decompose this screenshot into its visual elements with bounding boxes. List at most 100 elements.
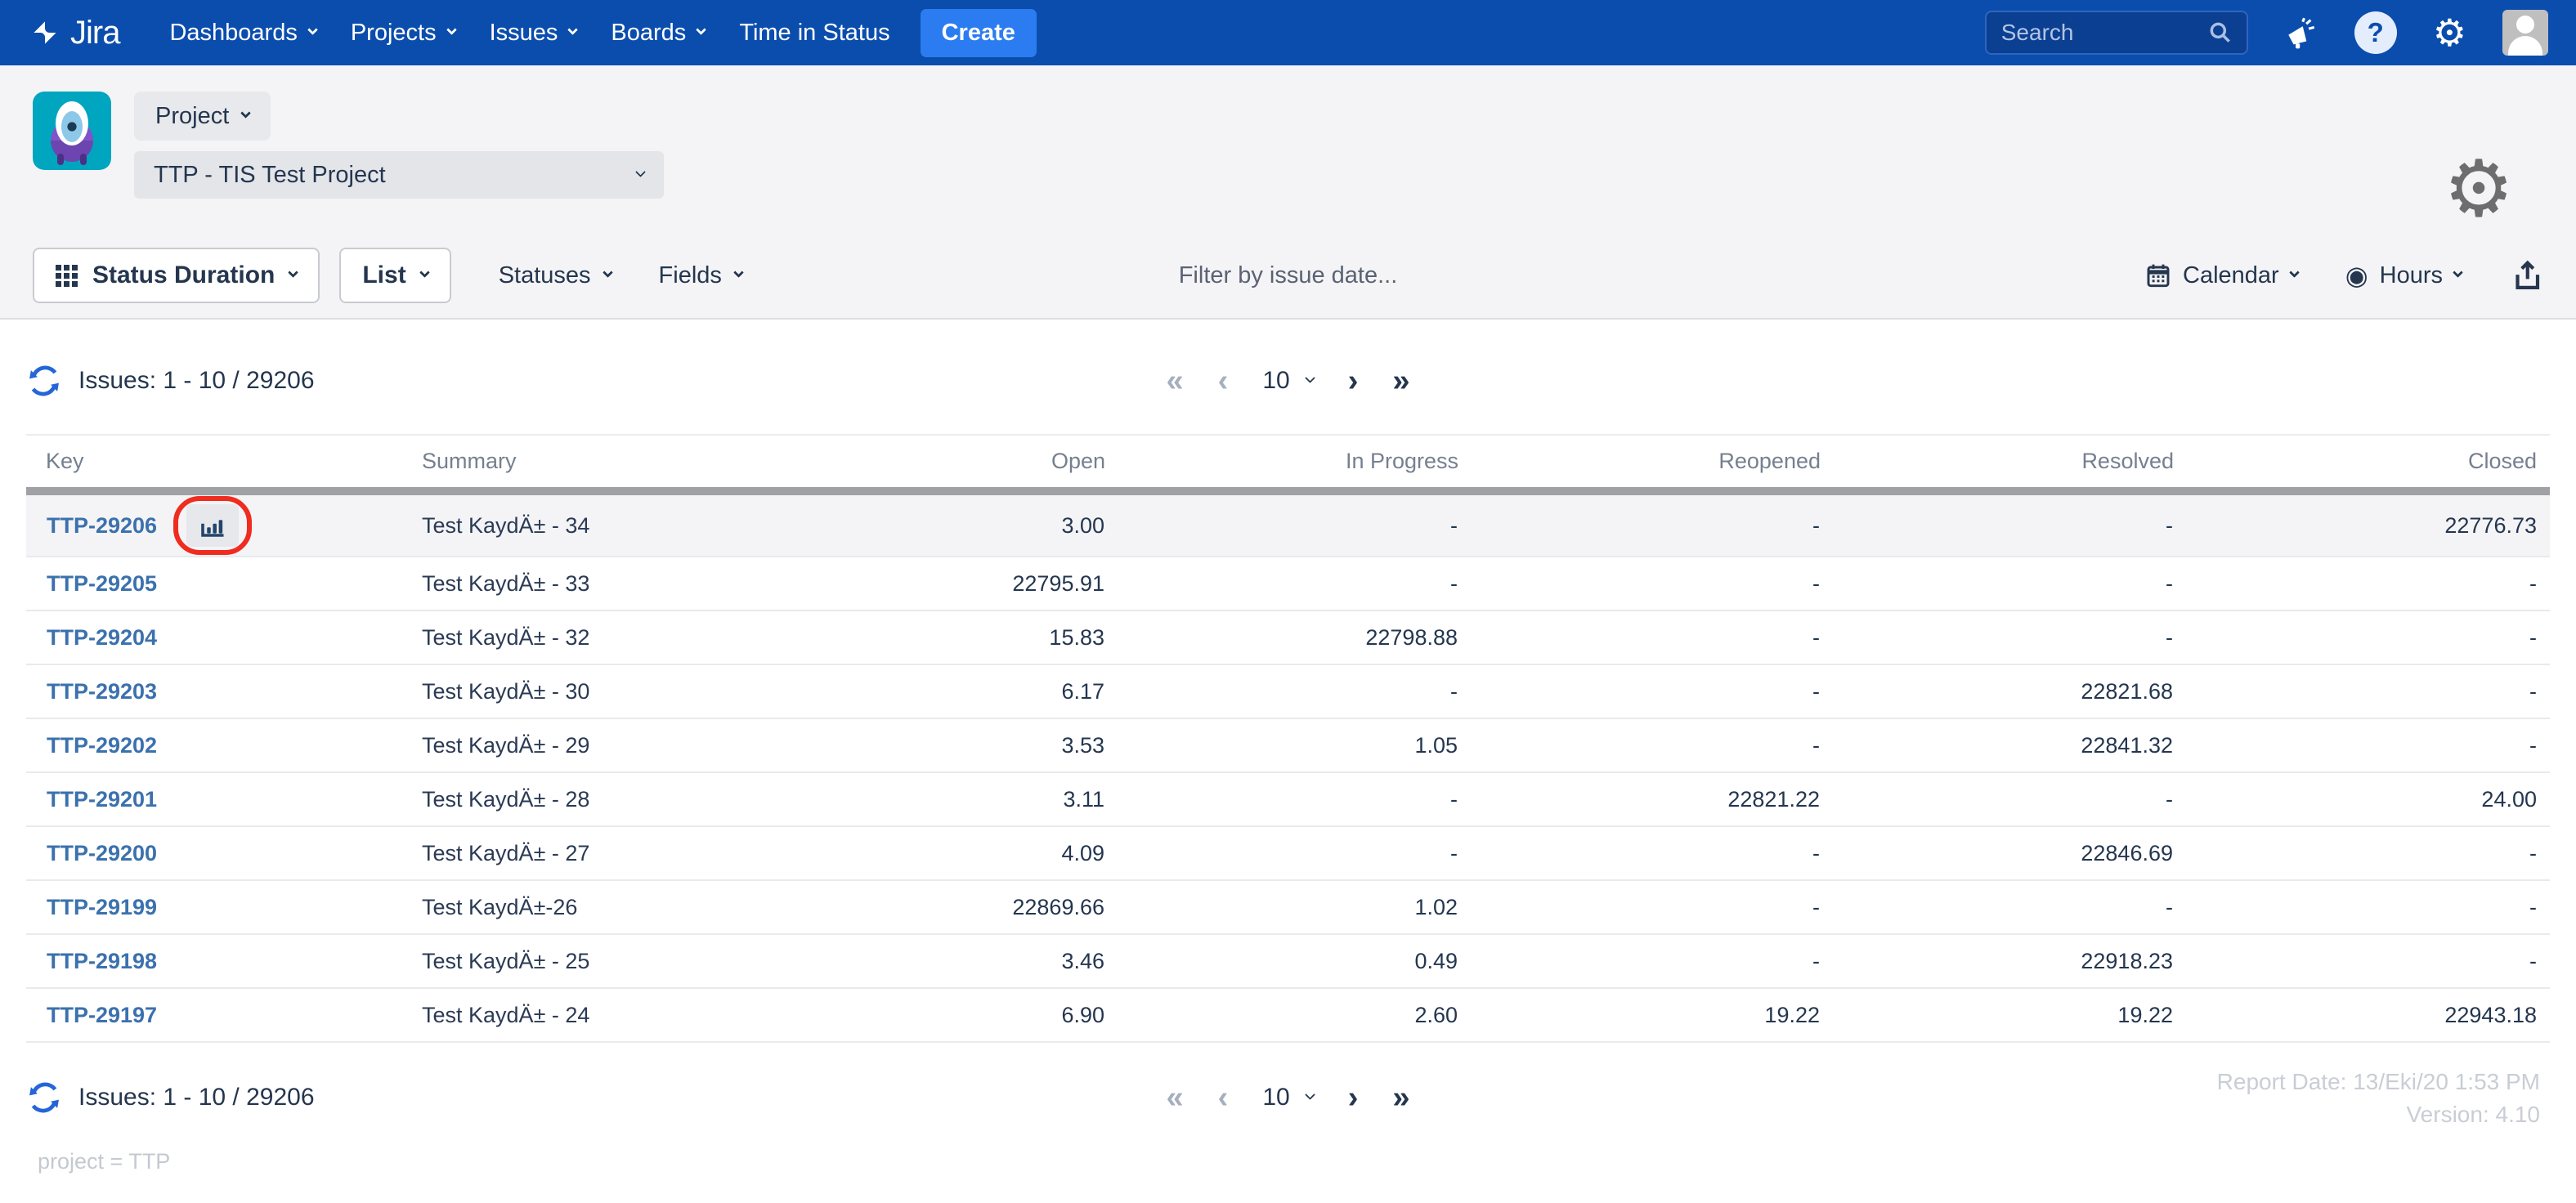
issue-key-link[interactable]: TTP-29198 <box>47 949 157 974</box>
open-cell: 22869.66 <box>827 880 1105 935</box>
reopened-cell: - <box>1458 880 1821 935</box>
col-header-summary: Summary <box>402 434 827 495</box>
reopened-cell: - <box>1458 491 1821 557</box>
table-row: TTP-29205 Test KaydÄ± - 33 22795.91 - - … <box>26 557 2550 611</box>
pagination-previous-icon[interactable]: ‹ <box>1218 365 1229 396</box>
chart-icon-button[interactable] <box>186 504 240 547</box>
bar-chart-icon <box>201 520 224 537</box>
summary-cell: Test KaydÄ± - 24 <box>402 988 827 1043</box>
page-size-select[interactable]: 10 <box>1262 1084 1315 1111</box>
nav-item-dashboards[interactable]: Dashboards <box>152 0 333 65</box>
version-label: Version: 4.10 <box>2406 1101 2540 1127</box>
issue-key-link[interactable]: TTP-29206 <box>47 513 157 539</box>
create-button[interactable]: Create <box>920 8 1037 57</box>
issue-key-link[interactable]: TTP-29200 <box>47 841 157 866</box>
chevron-down-icon <box>446 25 457 35</box>
eye-icon: ◉ <box>2345 261 2368 290</box>
issue-key-link[interactable]: TTP-29202 <box>47 733 157 758</box>
col-header-key: Key <box>26 434 402 495</box>
reopened-cell: - <box>1458 934 1821 989</box>
fields-dropdown[interactable]: Fields <box>659 262 744 289</box>
nav-item-boards[interactable]: Boards <box>594 0 722 65</box>
calendar-icon <box>2147 264 2170 288</box>
settings-gear-icon[interactable]: ⚙ <box>2444 150 2514 229</box>
project-header: Project TTP - TIS Test Project ⚙ <box>33 92 2543 229</box>
refresh-button[interactable] <box>26 363 62 399</box>
closed-cell: 22776.73 <box>2174 491 2550 557</box>
search-box[interactable] <box>1984 11 2248 55</box>
reopened-cell: - <box>1458 557 1821 611</box>
resolved-cell: 22841.32 <box>1821 718 2174 773</box>
col-header-reopened: Reopened <box>1458 434 1821 495</box>
in-progress-cell: - <box>1105 557 1458 611</box>
report-type-button[interactable]: Status Duration <box>33 248 320 303</box>
toolbar-right: Calendar ◉ Hours <box>2145 258 2543 293</box>
resolved-cell: - <box>1821 610 2174 665</box>
chevron-down-icon <box>602 267 613 278</box>
nav-items: Dashboards Projects Issues Boards Time in St… <box>152 0 907 65</box>
issues-table-body: TTP-29206 Test KaydÄ± - 34 3.00 - - - 22… <box>26 491 2550 1043</box>
project-dropdown-button[interactable]: Project <box>134 92 271 141</box>
nav-item-issues[interactable]: Issues <box>473 0 594 65</box>
chevron-down-icon <box>635 167 646 177</box>
project-avatar-icon[interactable] <box>33 92 111 170</box>
nav-item-time-in-status[interactable]: Time in Status <box>722 0 907 65</box>
open-cell: 4.09 <box>827 826 1105 881</box>
issue-key-link[interactable]: TTP-29204 <box>47 625 157 651</box>
pagination-first-icon[interactable]: « <box>1167 1082 1184 1113</box>
search-icon <box>2210 22 2230 42</box>
report-toolbar: Status Duration List Statuses Fields Fil… <box>33 233 2543 318</box>
issue-key-link[interactable]: TTP-29203 <box>47 679 157 704</box>
closed-cell: - <box>2174 934 2550 989</box>
chevron-down-icon <box>696 25 707 35</box>
time-unit-dropdown[interactable]: ◉ Hours <box>2345 261 2463 290</box>
closed-cell: - <box>2174 557 2550 611</box>
chevron-down-icon <box>288 267 299 278</box>
closed-cell: - <box>2174 880 2550 935</box>
summary-cell: Test KaydÄ± - 30 <box>402 664 827 719</box>
closed-cell: - <box>2174 610 2550 665</box>
summary-cell: Test KaydÄ± - 32 <box>402 610 827 665</box>
report-info: Report Date: 13/Eki/20 1:53 PM Version: … <box>2217 1066 2540 1131</box>
summary-cell: Test KaydÄ± - 33 <box>402 557 827 611</box>
col-header-closed: Closed <box>2174 434 2550 495</box>
pagination-last-icon[interactable]: » <box>1392 365 1409 396</box>
search-input[interactable] <box>1999 19 2199 47</box>
calendar-dropdown[interactable]: Calendar <box>2145 262 2300 289</box>
issue-key-link[interactable]: TTP-29197 <box>47 1003 157 1028</box>
in-progress-cell: - <box>1105 772 1458 827</box>
statuses-dropdown[interactable]: Statuses <box>499 262 613 289</box>
open-cell: 3.00 <box>827 491 1105 557</box>
pagination-next-icon[interactable]: › <box>1348 365 1359 396</box>
issue-key-link[interactable]: TTP-29201 <box>47 787 157 812</box>
gear-icon[interactable]: ⚙ <box>2433 14 2466 51</box>
issue-key-link[interactable]: TTP-29199 <box>47 895 157 920</box>
resolved-cell: - <box>1821 557 2174 611</box>
export-icon[interactable] <box>2509 258 2543 293</box>
closed-cell: - <box>2174 664 2550 719</box>
pagination-last-icon[interactable]: » <box>1392 1082 1409 1113</box>
in-progress-cell: 1.02 <box>1105 880 1458 935</box>
open-cell: 22795.91 <box>827 557 1105 611</box>
view-type-button[interactable]: List <box>339 248 451 303</box>
closed-cell: 22943.18 <box>2174 988 2550 1043</box>
reopened-cell: 19.22 <box>1458 988 1821 1043</box>
table-row: TTP-29203 Test KaydÄ± - 30 6.17 - - 2282… <box>26 664 2550 719</box>
pagination-next-icon[interactable]: › <box>1348 1082 1359 1113</box>
in-progress-cell: - <box>1105 491 1458 557</box>
issues-summary-row-top: Issues: 1 - 10 / 29206 « ‹ 10 › » <box>26 354 2550 408</box>
issue-key-link[interactable]: TTP-29205 <box>47 571 157 597</box>
jira-logo[interactable]: Jira <box>28 15 120 51</box>
pagination-first-icon[interactable]: « <box>1167 365 1184 396</box>
nav-item-projects[interactable]: Projects <box>334 0 473 65</box>
refresh-button[interactable] <box>26 1080 62 1116</box>
user-avatar[interactable] <box>2502 10 2548 56</box>
jql-label: project = TTP <box>38 1149 171 1174</box>
table-header-row: Key Summary Open In Progress Reopened Re… <box>26 434 2550 495</box>
project-select[interactable]: TTP - TIS Test Project <box>134 151 664 199</box>
megaphone-icon[interactable] <box>2284 16 2318 50</box>
pagination-previous-icon[interactable]: ‹ <box>1218 1082 1229 1113</box>
page-size-select[interactable]: 10 <box>1262 367 1315 395</box>
issue-date-filter[interactable]: Filter by issue date... <box>1179 262 1398 289</box>
help-icon[interactable]: ? <box>2354 11 2397 54</box>
